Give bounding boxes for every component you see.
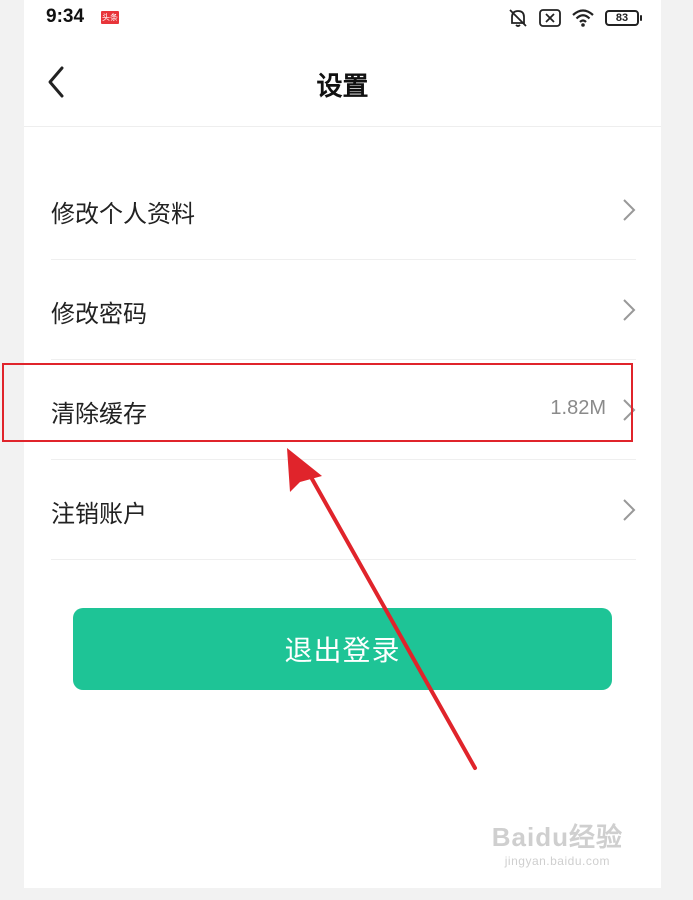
menu-item-label: 修改密码	[51, 300, 147, 328]
chevron-right-icon	[623, 299, 636, 321]
chevron-right-icon	[623, 499, 636, 521]
chevron-right-icon	[623, 399, 636, 421]
logout-button[interactable]: 退出登录	[73, 608, 612, 690]
menu-item-label: 注销账户	[51, 500, 147, 528]
sim-x-icon	[539, 9, 561, 27]
menu-item-label: 清除缓存	[51, 400, 147, 428]
cache-size-value: 1.82M	[550, 397, 606, 419]
status-bar: 9:34 头条 83	[24, 0, 661, 40]
menu-item-delete-account[interactable]: 注销账户	[51, 460, 636, 560]
wifi-icon	[572, 9, 594, 27]
settings-screen: 9:34 头条 83 设置 修改个人资料 修改密码 清除缓存 1.82M 注销账…	[24, 0, 661, 888]
settings-menu: 修改个人资料 修改密码 清除缓存 1.82M 注销账户	[51, 160, 636, 560]
page-title: 设置	[316, 72, 369, 102]
watermark-sub: jingyan.baidu.com	[504, 854, 610, 868]
menu-item-change-password[interactable]: 修改密码	[51, 260, 636, 360]
status-icons: 83	[507, 6, 642, 30]
menu-item-clear-cache[interactable]: 清除缓存 1.82M	[51, 360, 636, 460]
watermark-main: Baidu经验	[491, 822, 623, 852]
battery-icon: 83	[605, 10, 642, 26]
status-time: 9:34	[46, 6, 85, 27]
news-app-icon: 头条	[101, 11, 119, 24]
baidu-jingyan-watermark: Baidu经验 jingyan.baidu.com	[492, 817, 623, 868]
nav-header: 设置	[24, 40, 661, 127]
bell-muted-icon	[509, 9, 527, 27]
menu-item-label: 修改个人资料	[51, 200, 195, 228]
menu-item-edit-profile[interactable]: 修改个人资料	[51, 160, 636, 260]
chevron-right-icon	[623, 199, 636, 221]
